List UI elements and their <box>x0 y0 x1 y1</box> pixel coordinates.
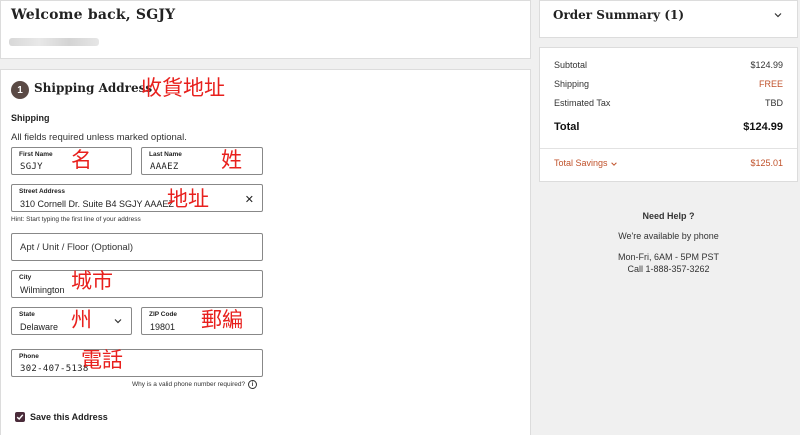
total-value: $124.99 <box>743 121 783 133</box>
subtotal-label: Subtotal <box>554 60 588 70</box>
first-name-value: SGJY <box>20 162 43 172</box>
shipping-cost-value: FREE <box>758 79 783 89</box>
shipping-row: Shipping FREE <box>554 79 783 89</box>
shipping-address-card: 1 Shipping Address 收貨地址 Shipping All fie… <box>0 69 531 435</box>
first-name-label: First Name <box>19 151 53 158</box>
city-field[interactable]: City Wilmington <box>11 270 263 298</box>
required-note: All fields required unless marked option… <box>11 132 187 143</box>
city-label: City <box>19 274 32 281</box>
last-name-field[interactable]: Last Name AAAEZ <box>141 147 263 175</box>
last-name-annotation: 姓 <box>221 148 242 172</box>
tax-value: TBD <box>765 98 783 108</box>
state-value: Delaware <box>20 322 59 332</box>
welcome-card: Welcome back, SGJY <box>0 0 531 59</box>
divider <box>540 148 797 149</box>
state-annotation: 州 <box>71 308 92 332</box>
info-icon[interactable]: i <box>248 380 258 389</box>
order-summary-toggle[interactable]: Order Summary (1) <box>539 0 798 38</box>
order-summary-title: Order Summary (1) <box>553 8 685 22</box>
phone-label: Phone <box>19 353 39 360</box>
city-value: Wilmington <box>20 285 65 295</box>
street-address-label: Street Address <box>19 188 65 195</box>
step-badge: 1 <box>11 81 29 99</box>
zip-annotation: 郵編 <box>201 308 243 332</box>
savings-label: Total Savings <box>554 158 608 168</box>
tax-row: Estimated Tax TBD <box>554 98 783 108</box>
street-address-value: 310 Cornell Dr. Suite B4 SGJY AAAEZ <box>20 199 174 209</box>
savings-row: Total Savings $125.01 <box>554 158 783 168</box>
help-hours: Mon-Fri, 6AM - 5PM PST <box>617 252 719 262</box>
save-address-label: Save this Address <box>30 412 108 422</box>
savings-value: $125.01 <box>750 158 783 168</box>
state-label: State <box>19 311 35 318</box>
tax-label: Estimated Tax <box>554 98 611 108</box>
apt-field[interactable]: Apt / Unit / Floor (Optional) <box>11 233 263 261</box>
street-address-field[interactable]: Street Address 310 Cornell Dr. Suite B4 … <box>11 184 263 212</box>
city-annotation: 城市 <box>71 269 113 293</box>
phone-why-link[interactable]: Why is a valid phone number required? i <box>132 380 258 389</box>
chevron-down-icon <box>611 162 617 166</box>
subtotal-row: Subtotal $124.99 <box>554 60 783 70</box>
welcome-title: Welcome back, SGJY <box>11 7 176 23</box>
zip-value: 19801 <box>150 322 176 332</box>
subtotal-value: $124.99 <box>750 60 783 70</box>
chevron-down-icon <box>114 319 122 324</box>
clear-icon[interactable]: ✕ <box>245 193 254 206</box>
street-annotation: 地址 <box>167 187 209 211</box>
save-address-checkbox[interactable]: Save this Address <box>15 412 108 422</box>
need-help-section: Need Help ? We're available by phone Mon… <box>539 210 798 275</box>
checkbox-checked-icon[interactable] <box>15 412 25 422</box>
help-line: We're available by phone <box>618 231 719 241</box>
help-title: Need Help ? <box>642 211 695 221</box>
phone-annotation: 電話 <box>81 348 123 372</box>
apt-placeholder: Apt / Unit / Floor (Optional) <box>20 241 133 253</box>
phone-value: 302-407-5138 <box>20 364 89 374</box>
zip-label: ZIP Code <box>149 311 178 318</box>
last-name-label: Last Name <box>149 151 182 158</box>
blurred-email <box>9 38 99 46</box>
total-label: Total <box>554 121 580 133</box>
last-name-value: AAAEZ <box>150 162 179 172</box>
total-row: Total $124.99 <box>554 121 783 133</box>
title-annotation: 收貨地址 <box>141 76 225 100</box>
street-hint: Hint: Start typing the first line of you… <box>11 216 141 223</box>
shipping-cost-label: Shipping <box>554 79 590 89</box>
section-title: Shipping Address <box>34 81 153 95</box>
shipping-subtitle: Shipping <box>11 113 50 123</box>
phone-why-text: Why is a valid phone number required? <box>132 381 246 388</box>
chevron-down-icon[interactable] <box>773 10 783 20</box>
phone-field[interactable]: Phone 302-407-5138 <box>11 349 263 377</box>
order-totals-card: Subtotal $124.99 Shipping FREE Estimated… <box>539 47 798 182</box>
first-name-annotation: 名 <box>71 148 92 172</box>
help-phone-link[interactable]: Call 1-888-357-3262 <box>539 263 798 275</box>
total-savings-toggle[interactable]: Total Savings <box>554 158 618 168</box>
